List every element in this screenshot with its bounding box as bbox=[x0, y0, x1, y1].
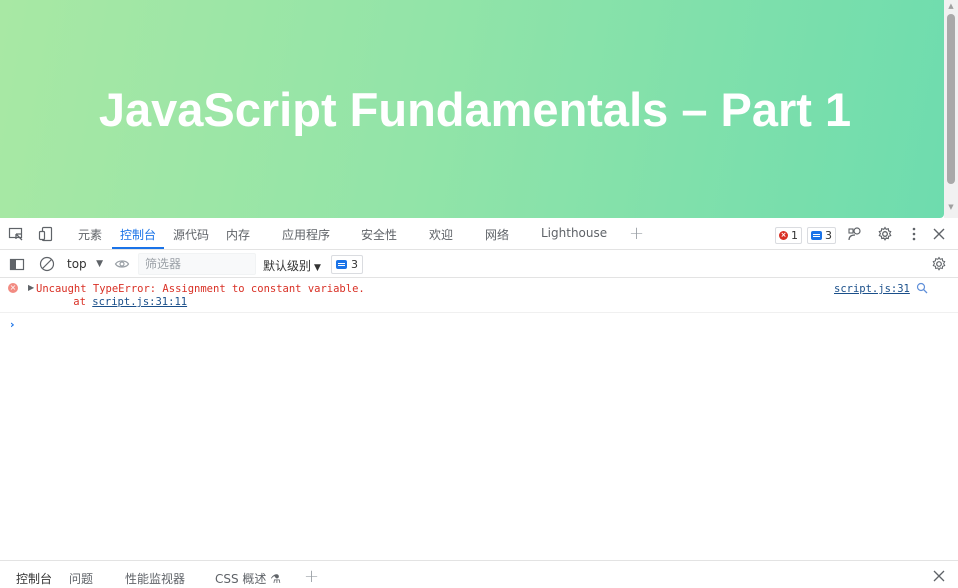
console-error-message[interactable]: × ▶ Uncaught TypeError: Assignment to co… bbox=[0, 278, 958, 313]
error-count-badge[interactable]: × 1 bbox=[775, 227, 802, 244]
error-icon: × bbox=[779, 231, 788, 240]
add-drawer-tab-plus-icon[interactable]: + bbox=[304, 566, 319, 587]
live-expression-eye-icon[interactable] bbox=[114, 256, 130, 272]
drawer-tab-console[interactable]: 控制台 bbox=[16, 570, 52, 587]
drawer-tab-css-overview[interactable]: CSS 概述 ⚗ bbox=[215, 570, 281, 587]
drawer-tab-performance-monitor[interactable]: 性能监视器 bbox=[125, 570, 185, 587]
page-scrollbar[interactable]: ▲ ▼ bbox=[944, 0, 958, 218]
message-icon bbox=[811, 231, 822, 240]
tab-elements[interactable]: 元素 bbox=[78, 226, 102, 243]
filter-input[interactable]: 筛选器 bbox=[138, 253, 256, 275]
tab-welcome[interactable]: 欢迎 bbox=[429, 226, 453, 243]
more-options-kebab-icon[interactable] bbox=[906, 226, 922, 242]
device-toolbar-icon[interactable] bbox=[38, 226, 54, 242]
console-output: × ▶ Uncaught TypeError: Assignment to co… bbox=[0, 278, 958, 560]
chevron-down-icon: ▼ bbox=[314, 263, 321, 273]
devtools-panel: 元素 控制台 源代码 内存 应用程序 安全性 欢迎 网络 Lighthouse … bbox=[0, 218, 958, 588]
active-tab-indicator bbox=[112, 247, 164, 249]
tab-application[interactable]: 应用程序 bbox=[282, 226, 330, 243]
devtools-tabbar: 元素 控制台 源代码 内存 应用程序 安全性 欢迎 网络 Lighthouse … bbox=[0, 218, 958, 250]
tab-network[interactable]: 网络 bbox=[485, 226, 509, 243]
hero-title: JavaScript Fundamentals – Part 1 bbox=[98, 82, 852, 136]
scrollbar-thumb[interactable] bbox=[947, 14, 955, 184]
error-icon: × bbox=[8, 283, 18, 293]
error-text: Uncaught TypeError: Assignment to consta… bbox=[36, 283, 365, 295]
show-sidebar-icon[interactable] bbox=[9, 256, 25, 272]
drawer-tab-issues[interactable]: 问题 bbox=[69, 570, 93, 587]
tab-lighthouse[interactable]: Lighthouse bbox=[541, 226, 607, 240]
drawer-tabbar: 控制台 问题 性能监视器 CSS 概述 ⚗ + bbox=[0, 560, 958, 588]
search-icon[interactable] bbox=[916, 282, 928, 294]
context-selector[interactable]: top ▼ bbox=[62, 255, 107, 274]
console-filterbar: top ▼ 筛选器 默认级别 ▼ 3 bbox=[0, 250, 958, 278]
log-levels-label: 默认级别 bbox=[263, 259, 312, 273]
tab-console[interactable]: 控制台 bbox=[120, 226, 156, 243]
context-value: top bbox=[67, 257, 87, 271]
page-viewport: JavaScript Fundamentals – Part 1 ▲ ▼ bbox=[0, 0, 958, 218]
scroll-down-arrow-icon[interactable]: ▼ bbox=[947, 203, 955, 211]
tab-sources[interactable]: 源代码 bbox=[173, 226, 209, 243]
message-count: 3 bbox=[825, 229, 832, 242]
scroll-up-arrow-icon[interactable]: ▲ bbox=[947, 2, 955, 10]
tab-memory[interactable]: 内存 bbox=[226, 226, 250, 243]
chevron-down-icon: ▼ bbox=[96, 259, 103, 269]
issues-count-badge[interactable]: 3 bbox=[331, 255, 363, 274]
console-settings-gear-icon[interactable] bbox=[931, 256, 947, 272]
stack-source-link[interactable]: script.js:31:11 bbox=[92, 296, 187, 308]
console-prompt-chevron-icon[interactable]: › bbox=[10, 318, 15, 331]
hero-banner: JavaScript Fundamentals – Part 1 bbox=[0, 0, 944, 218]
close-devtools-icon[interactable] bbox=[931, 226, 947, 242]
expand-triangle-icon[interactable]: ▶ bbox=[28, 283, 34, 292]
experiment-flask-icon: ⚗ bbox=[270, 572, 282, 586]
inspect-element-icon[interactable] bbox=[8, 226, 24, 242]
issues-count: 3 bbox=[351, 258, 358, 271]
clear-console-icon[interactable] bbox=[39, 256, 55, 272]
message-icon bbox=[336, 260, 347, 269]
error-stack-line: at script.js:31:11 bbox=[48, 296, 187, 308]
drawer-tab-css-overview-label: CSS 概述 bbox=[215, 572, 267, 586]
error-count: 1 bbox=[791, 229, 798, 242]
stack-prefix: at bbox=[48, 296, 93, 308]
tab-security[interactable]: 安全性 bbox=[361, 226, 397, 243]
message-count-badge[interactable]: 3 bbox=[807, 227, 836, 244]
close-drawer-icon[interactable] bbox=[932, 569, 946, 583]
log-levels-dropdown[interactable]: 默认级别 ▼ bbox=[263, 257, 321, 274]
filter-placeholder: 筛选器 bbox=[145, 257, 182, 271]
source-location-link[interactable]: script.js:31 bbox=[834, 283, 910, 295]
connect-devices-icon[interactable] bbox=[847, 226, 863, 242]
settings-gear-icon[interactable] bbox=[877, 226, 893, 242]
more-tabs-plus-icon[interactable]: + bbox=[629, 223, 644, 244]
